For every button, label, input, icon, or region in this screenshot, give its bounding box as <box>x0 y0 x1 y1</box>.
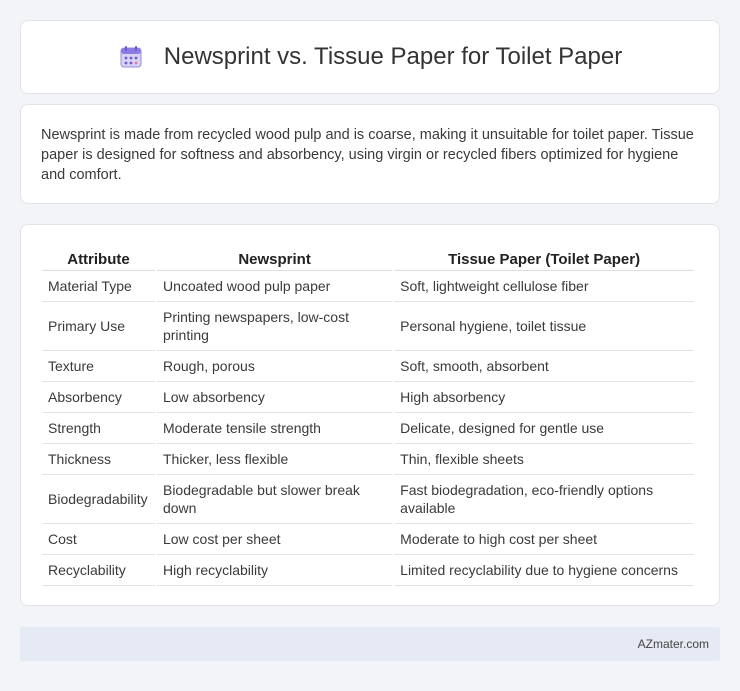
attribute-cell: Texture <box>42 351 155 382</box>
page-title: Newsprint vs. Tissue Paper for Toilet Pa… <box>163 43 623 70</box>
newsprint-cell: Moderate tensile strength <box>156 413 393 444</box>
table-row: Material Type Uncoated wood pulp paper S… <box>42 271 694 302</box>
comparison-card: Attribute Newsprint Tissue Paper (Toilet… <box>20 224 720 606</box>
tissue-cell: Delicate, designed for gentle use <box>394 413 694 444</box>
newsprint-cell: Rough, porous <box>156 351 393 382</box>
tissue-cell: Fast biodegradation, eco-friendly option… <box>394 475 694 524</box>
attribute-cell: Biodegradability <box>42 475 155 524</box>
newsprint-cell: Low cost per sheet <box>156 524 393 555</box>
newsprint-cell: Thicker, less flexible <box>156 444 393 475</box>
attribute-cell: Strength <box>42 413 155 444</box>
attribute-cell: Thickness <box>42 444 155 475</box>
newsprint-cell: Biodegradable but slower break down <box>156 475 393 524</box>
table-row: Thickness Thicker, less flexible Thin, f… <box>42 444 694 475</box>
tissue-cell: Moderate to high cost per sheet <box>394 524 694 555</box>
attribute-cell: Primary Use <box>42 302 155 351</box>
attribute-cell: Material Type <box>42 271 155 302</box>
newsprint-cell: High recyclability <box>156 555 393 586</box>
header-tissue-paper: Tissue Paper (Toilet Paper) <box>394 247 694 271</box>
table-row: Absorbency Low absorbency High absorbenc… <box>42 382 694 413</box>
footer: AZmater.com <box>20 627 720 661</box>
newsprint-cell: Low absorbency <box>156 382 393 413</box>
table-header-row: Attribute Newsprint Tissue Paper (Toilet… <box>42 247 694 271</box>
header-attribute: Attribute <box>42 247 155 271</box>
table-row: Primary Use Printing newspapers, low-cos… <box>42 302 694 351</box>
attribute-cell: Absorbency <box>42 382 155 413</box>
footer-brand[interactable]: AZmater.com <box>638 637 709 651</box>
tissue-cell: Soft, lightweight cellulose fiber <box>394 271 694 302</box>
title-wrap: Newsprint vs. Tissue Paper for Toilet Pa… <box>118 43 622 71</box>
tissue-cell: Limited recyclability due to hygiene con… <box>394 555 694 586</box>
attribute-cell: Recyclability <box>42 555 155 586</box>
table-row: Cost Low cost per sheet Moderate to high… <box>42 524 694 555</box>
tissue-cell: Soft, smooth, absorbent <box>394 351 694 382</box>
intro-text: Newsprint is made from recycled wood pul… <box>41 127 694 183</box>
title-card: Newsprint vs. Tissue Paper for Toilet Pa… <box>20 20 720 94</box>
newsprint-cell: Uncoated wood pulp paper <box>156 271 393 302</box>
tissue-cell: Thin, flexible sheets <box>394 444 694 475</box>
table-row: Texture Rough, porous Soft, smooth, abso… <box>42 351 694 382</box>
tissue-cell: High absorbency <box>394 382 694 413</box>
comparison-table: Attribute Newsprint Tissue Paper (Toilet… <box>40 247 696 586</box>
table-row: Strength Moderate tensile strength Delic… <box>42 413 694 444</box>
table-row: Biodegradability Biodegradable but slowe… <box>42 475 694 524</box>
calendar-icon <box>118 44 144 70</box>
newsprint-cell: Printing newspapers, low-cost printing <box>156 302 393 351</box>
attribute-cell: Cost <box>42 524 155 555</box>
table-row: Recyclability High recyclability Limited… <box>42 555 694 586</box>
header-newsprint: Newsprint <box>156 247 393 271</box>
tissue-cell: Personal hygiene, toilet tissue <box>394 302 694 351</box>
intro-card: Newsprint is made from recycled wood pul… <box>20 104 720 204</box>
